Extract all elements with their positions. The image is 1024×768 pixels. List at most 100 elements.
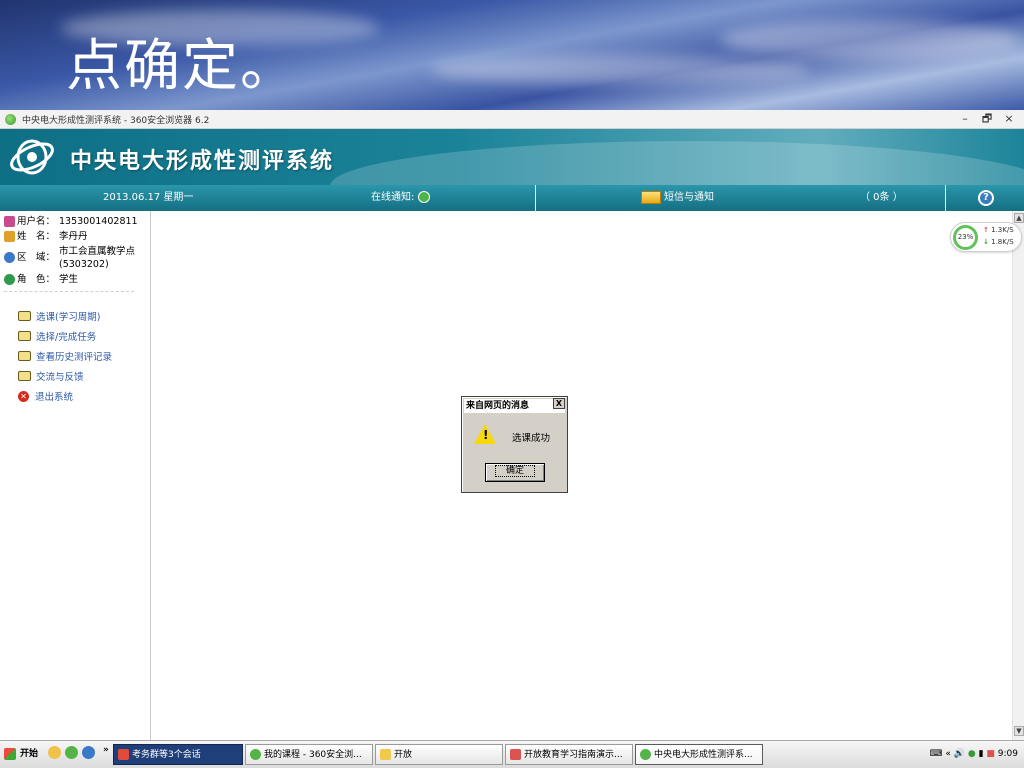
browser-360-icon[interactable] xyxy=(65,746,78,759)
banner-cloud xyxy=(720,20,1020,60)
envelope-icon xyxy=(641,190,661,204)
volume-icon[interactable]: 🔊 xyxy=(954,749,965,759)
task-label: 中央电大形成性测评系... xyxy=(654,750,753,760)
scroll-down-arrow-icon[interactable]: ▼ xyxy=(1014,726,1024,736)
download-speed: ↓ 1.8K/S xyxy=(983,238,1014,246)
sms-link[interactable]: 短信与通知 xyxy=(641,185,714,211)
region-icon xyxy=(4,252,15,263)
user-info: 用户名： 1353001402811 姓 名： 李丹丹 区 域： 市工会直属教学… xyxy=(0,211,150,286)
start-button[interactable]: 开始 xyxy=(2,744,38,764)
infobar-divider xyxy=(945,185,946,211)
info-label: 用户名： xyxy=(17,216,56,227)
date-label: 2013.06.17 星期一 xyxy=(103,192,194,203)
desktop-icon[interactable] xyxy=(82,746,95,759)
ie-icon[interactable] xyxy=(48,746,61,759)
task-label: 开放教育学习指南演示... xyxy=(524,750,623,760)
info-label: 区 域： xyxy=(17,252,56,263)
dialog-title: 来自网页的消息 xyxy=(464,399,565,413)
task-label: 考务群等3个会话 xyxy=(132,750,201,760)
menu-item-select-course[interactable]: 选课(学习周期) xyxy=(18,306,150,326)
ok-button-label: 确定 xyxy=(494,465,535,477)
book-icon xyxy=(18,371,31,381)
user-info-row: 用户名： 1353001402811 xyxy=(4,215,150,228)
menu-item-logout[interactable]: ✕ 退出系统 xyxy=(18,386,150,406)
minimize-button[interactable]: – xyxy=(954,110,976,129)
book-icon xyxy=(18,331,31,341)
upload-speed: ↑ 1.3K/S xyxy=(983,226,1014,234)
menu-item-tasks[interactable]: 选择/完成任务 xyxy=(18,326,150,346)
screen: 点确定。 中央电大形成性测评系统 - 360安全浏览器 6.2 – 🗗 × 中央… xyxy=(0,0,1024,768)
dialog-close-button[interactable]: X xyxy=(553,398,565,409)
task-browser-course[interactable]: 我的课程 - 360安全浏... xyxy=(245,744,373,765)
help-icon[interactable]: ? xyxy=(978,190,994,206)
task-browser-system[interactable]: 中央电大形成性测评系... xyxy=(635,744,763,765)
role-icon xyxy=(4,274,15,285)
ok-button[interactable]: 确定 xyxy=(485,463,545,482)
sms-label: 短信与通知 xyxy=(664,192,714,203)
tray-app-icon[interactable]: ■ xyxy=(986,749,995,759)
quicklaunch-more-icon[interactable]: » xyxy=(103,745,109,755)
tray-expand-icon[interactable]: « xyxy=(945,749,951,759)
browser-360-icon xyxy=(250,749,261,760)
speed-percent: 23% xyxy=(953,225,978,250)
upload-speed-value: 1.3K/S xyxy=(991,226,1014,234)
exit-icon: ✕ xyxy=(18,390,29,402)
info-bar: 2013.06.17 星期一 在线通知: 短信与通知 （ 0条 ） ? xyxy=(0,185,1024,211)
user-info-row: 角 色： 学生 xyxy=(4,273,150,286)
clock: 9:09 xyxy=(997,749,1018,759)
restore-button[interactable]: 🗗 xyxy=(976,110,998,129)
task-label: 开放 xyxy=(394,750,413,760)
menu-item-label: 选课(学习周期) xyxy=(36,312,101,323)
task-chat[interactable]: 考务群等3个会话 xyxy=(113,744,243,765)
menu-item-history[interactable]: 查看历史测评记录 xyxy=(18,346,150,366)
user-info-row: 区 域： 市工会直属教学点(5303202) xyxy=(4,245,150,271)
network-speed-widget[interactable]: 23% ↑ 1.3K/S ↓ 1.8K/S xyxy=(950,222,1022,252)
info-label: 姓 名： xyxy=(17,231,56,242)
menu-item-label: 退出系统 xyxy=(35,392,74,403)
info-value: 1353001402811 xyxy=(59,216,138,227)
system-tray: ⌨ « 🔊 ● ▮ ■ 9:09 xyxy=(929,744,1024,765)
browser-titlebar: 中央电大形成性测评系统 - 360安全浏览器 6.2 – 🗗 × xyxy=(0,110,1024,129)
network-icon[interactable]: ▮ xyxy=(979,749,984,759)
online-status-icon xyxy=(418,191,431,203)
window-title: 中央电大形成性测评系统 - 360安全浏览器 6.2 xyxy=(22,115,210,126)
info-label: 角 色： xyxy=(17,274,56,285)
header-swoosh xyxy=(330,141,1024,185)
person-icon xyxy=(4,231,15,242)
menu-item-label: 交流与反馈 xyxy=(36,372,84,383)
book-icon xyxy=(18,351,31,361)
site-name: 中央电大形成性测评系统 xyxy=(70,149,335,174)
banner-cloud xyxy=(430,55,810,85)
sidebar-menu: 选课(学习周期) 选择/完成任务 查看历史测评记录 交流与反馈 ✕ 退出系统 xyxy=(0,292,150,406)
chat-icon xyxy=(118,749,129,760)
close-window-button[interactable]: × xyxy=(998,110,1020,129)
warning-mark: ! xyxy=(483,428,489,442)
user-info-row: 姓 名： 李丹丹 xyxy=(4,230,150,243)
menu-item-feedback[interactable]: 交流与反馈 xyxy=(18,366,150,386)
task-label: 我的课程 - 360安全浏... xyxy=(264,750,362,760)
download-arrow-icon: ↓ xyxy=(983,238,989,246)
online-notice[interactable]: 在线通知: xyxy=(371,185,431,211)
task-folder[interactable]: 开放 xyxy=(375,744,503,765)
download-speed-value: 1.8K/S xyxy=(991,238,1014,246)
slide-banner: 点确定。 xyxy=(0,0,1024,110)
security-icon[interactable]: ● xyxy=(968,749,976,759)
infobar-divider xyxy=(535,185,536,211)
dialog-message: 选课成功 xyxy=(512,433,551,444)
folder-icon xyxy=(380,749,391,760)
menu-item-label: 查看历史测评记录 xyxy=(36,352,113,363)
vertical-scrollbar[interactable]: ▲ ▼ xyxy=(1012,211,1024,740)
info-value: 李丹丹 xyxy=(59,231,88,242)
keyboard-icon[interactable]: ⌨ xyxy=(929,749,942,759)
task-presentation[interactable]: 开放教育学习指南演示... xyxy=(505,744,633,765)
alert-dialog: 来自网页的消息 X ! 选课成功 确定 xyxy=(461,396,568,493)
menu-item-label: 选择/完成任务 xyxy=(36,332,97,343)
slide-title: 点确定。 xyxy=(66,34,298,99)
main-content xyxy=(152,211,1012,740)
user-icon xyxy=(4,216,15,227)
upload-arrow-icon: ↑ xyxy=(983,226,989,234)
browser-logo-icon xyxy=(5,113,16,125)
scroll-up-arrow-icon[interactable]: ▲ xyxy=(1014,213,1024,223)
info-value: 学生 xyxy=(59,274,79,285)
site-logo-icon xyxy=(10,139,54,175)
